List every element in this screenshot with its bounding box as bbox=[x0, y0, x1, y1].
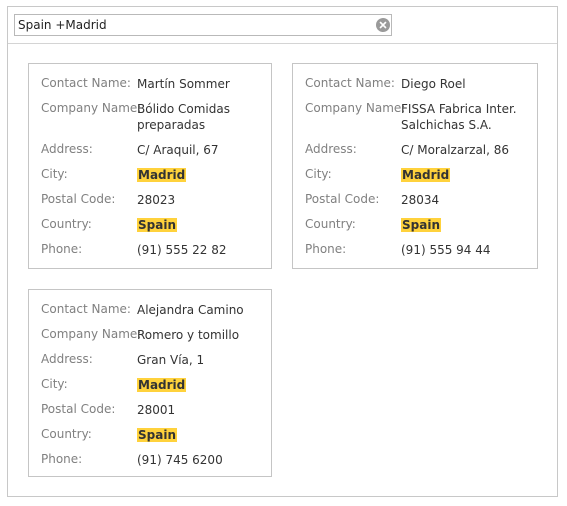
country-label: Country: bbox=[41, 427, 92, 441]
contact-name-label: Contact Name: bbox=[41, 302, 131, 316]
phone-value: (91) 745 6200 bbox=[137, 453, 223, 467]
company-name-label: Company Name: bbox=[305, 101, 406, 115]
contact-name-label: Contact Name: bbox=[305, 76, 395, 90]
company-name-value: Bólido Comidas preparadas bbox=[137, 101, 265, 133]
address-label: Address: bbox=[41, 142, 93, 156]
company-name-value: Romero y tomillo bbox=[137, 328, 240, 342]
postal-code-value: 28001 bbox=[137, 403, 176, 417]
address-label: Address: bbox=[305, 142, 357, 156]
search-bar bbox=[8, 7, 557, 44]
postal-code-label: Postal Code: bbox=[305, 192, 380, 206]
contact-card: Contact Name: Alejandra Camino Company N… bbox=[28, 289, 272, 477]
country-value: Spain bbox=[401, 218, 441, 232]
city-value: Madrid bbox=[137, 168, 187, 182]
postal-code-value: 28034 bbox=[401, 193, 440, 207]
phone-label: Phone: bbox=[41, 452, 83, 466]
clear-icon[interactable] bbox=[376, 18, 390, 32]
phone-value: (91) 555 94 44 bbox=[401, 243, 491, 257]
address-label: Address: bbox=[41, 352, 93, 366]
company-name-label: Company Name: bbox=[41, 101, 142, 115]
contact-name-value: Alejandra Camino bbox=[137, 303, 244, 317]
country-label: Country: bbox=[41, 217, 92, 231]
city-label: City: bbox=[305, 167, 332, 181]
company-name-value: FISSA Fabrica Inter. Salchichas S.A. bbox=[401, 101, 531, 133]
contact-name-label: Contact Name: bbox=[41, 76, 131, 90]
company-name-label: Company Name: bbox=[41, 327, 142, 341]
contact-card: Contact Name: Diego Roel Company Name: F… bbox=[292, 63, 538, 269]
contact-name-value: Martín Sommer bbox=[137, 77, 230, 91]
search-input[interactable] bbox=[14, 14, 392, 36]
phone-value: (91) 555 22 82 bbox=[137, 243, 227, 257]
company-name-line2: Salchichas S.A. bbox=[401, 118, 492, 132]
country-label: Country: bbox=[305, 217, 356, 231]
phone-label: Phone: bbox=[41, 242, 83, 256]
country-value: Spain bbox=[137, 218, 177, 232]
postal-code-label: Postal Code: bbox=[41, 402, 116, 416]
address-value: C/ Araquil, 67 bbox=[137, 143, 219, 157]
address-value: C/ Moralzarzal, 86 bbox=[401, 143, 510, 157]
city-label: City: bbox=[41, 167, 68, 181]
search-results-panel: Contact Name: Martín Sommer Company Name… bbox=[7, 6, 558, 497]
city-value: Madrid bbox=[137, 378, 187, 392]
city-value: Madrid bbox=[401, 168, 451, 182]
city-label: City: bbox=[41, 377, 68, 391]
company-name-line2: preparadas bbox=[137, 118, 206, 132]
postal-code-value: 28023 bbox=[137, 193, 176, 207]
contact-name-value: Diego Roel bbox=[401, 77, 466, 91]
company-name-line1: Bólido Comidas bbox=[137, 102, 230, 116]
address-value: Gran Vía, 1 bbox=[137, 353, 205, 367]
company-name-line1: FISSA Fabrica Inter. bbox=[401, 102, 517, 116]
country-value: Spain bbox=[137, 428, 177, 442]
postal-code-label: Postal Code: bbox=[41, 192, 116, 206]
phone-label: Phone: bbox=[305, 242, 347, 256]
contact-card: Contact Name: Martín Sommer Company Name… bbox=[28, 63, 272, 269]
